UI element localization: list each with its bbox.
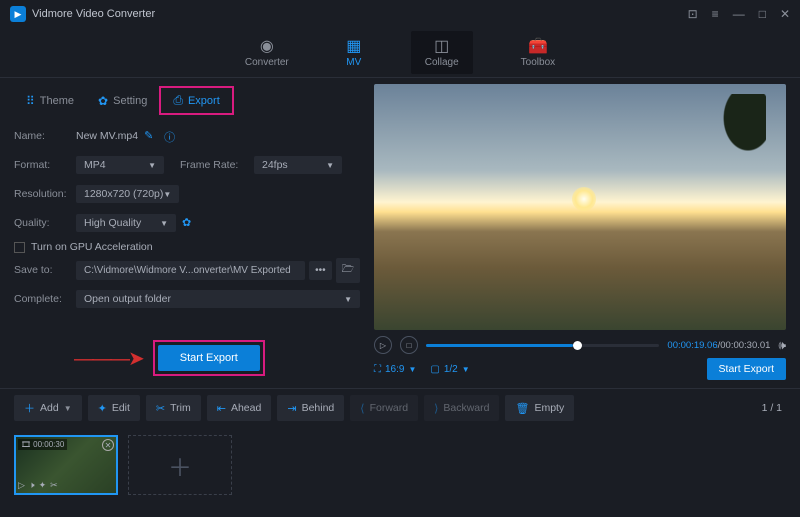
subtab-export[interactable]: ⎙ Export [159,86,233,115]
subtab-setting[interactable]: ✿ Setting [86,86,159,115]
name-value: New MV.mp4 [76,130,138,142]
framerate-select[interactable]: 24fps▼ [254,156,342,174]
setting-icon: ✿ [98,94,108,108]
clip-remove-icon[interactable]: ✕ [102,439,114,451]
stop-button[interactable]: □ [400,336,418,354]
tab-collage[interactable]: ◫ Collage [411,31,473,74]
volume-icon[interactable]: 🕪 [778,338,786,353]
ahead-button[interactable]: ⇤Ahead [207,395,272,421]
zoom-icon: ▢ [430,364,439,375]
behind-icon: ⇥ [287,402,296,415]
tab-toolbox[interactable]: 🧰 Toolbox [513,33,563,72]
theme-icon: ⠿ [26,94,35,108]
saveto-path: C:\Vidmore\Widmore V...onverter\MV Expor… [76,261,305,280]
clip-duration: 00:00:30 [33,440,64,449]
gpu-label: Turn on GPU Acceleration [31,241,153,253]
zoom-select[interactable]: ▢ 1/2 ▼ [430,364,469,375]
empty-button[interactable]: 🗑Empty [505,395,574,421]
tab-converter[interactable]: ◉ Converter [237,33,297,72]
mv-icon: ▦ [345,37,363,55]
tab-mv[interactable]: ▦ MV [337,33,371,72]
menu-icon[interactable]: ≡ [712,7,719,21]
name-label: Name: [14,130,76,142]
quality-label: Quality: [14,217,76,229]
collage-icon: ◫ [433,37,451,55]
app-title: Vidmore Video Converter [32,8,155,20]
quality-select[interactable]: High Quality▼ [76,214,176,232]
gpu-checkbox[interactable] [14,242,25,253]
resolution-label: Resolution: [14,188,76,200]
film-icon: 🎞 [21,440,31,449]
maximize-icon[interactable]: □ [759,7,766,21]
feedback-icon[interactable]: ⊡ [688,7,698,21]
time-total: /00:00:30.01 [718,340,771,351]
scissors-icon: ✂ [156,402,165,415]
backward-icon: ⟩ [434,402,438,415]
complete-select[interactable]: Open output folder▼ [76,290,360,308]
open-folder-icon[interactable]: 🗁 [336,258,360,283]
wand-icon: ✦ [98,402,107,415]
ahead-icon: ⇤ [217,402,226,415]
trash-icon: 🗑 [515,402,529,415]
quality-settings-icon[interactable]: ✿ [182,216,196,230]
browse-button[interactable]: ••• [309,261,332,280]
page-indicator: 1 / 1 [762,402,786,414]
play-button[interactable]: ▷ [374,336,392,354]
resolution-select[interactable]: 1280x720 (720p)▼ [76,185,179,203]
time-current: 00:00:19.06 [667,340,717,351]
aspect-ratio-select[interactable]: ⛶ 16:9 ▼ [374,364,416,375]
minimize-icon[interactable]: — [733,7,745,21]
subtab-theme[interactable]: ⠿ Theme [14,86,86,115]
highlight-annotation: Start Export [153,340,265,376]
close-icon[interactable]: ✕ [780,7,790,21]
export-icon: ⎙ [173,93,183,108]
backward-button[interactable]: ⟩Backward [424,395,499,421]
add-clip-button[interactable]: ＋ [128,435,232,495]
converter-icon: ◉ [258,37,276,55]
framerate-label: Frame Rate: [180,159,248,171]
edit-button[interactable]: ✦Edit [88,395,140,421]
video-preview[interactable] [374,84,786,330]
arrow-annotation: ———➤ [74,346,143,371]
start-export-small-button[interactable]: Start Export [707,358,786,380]
info-icon[interactable]: ⓘ [164,129,178,143]
add-button[interactable]: ＋Add▼ [14,395,82,421]
aspect-icon: ⛶ [374,364,381,375]
start-export-button[interactable]: Start Export [158,345,260,371]
app-logo: ▶ [10,6,26,22]
plus-icon: ＋ [24,400,35,416]
clip-trim-icon[interactable]: ✂ [50,480,58,491]
format-select[interactable]: MP4▼ [76,156,164,174]
behind-button[interactable]: ⇥Behind [277,395,344,421]
edit-name-icon[interactable]: ✎ [144,129,158,143]
complete-label: Complete: [14,293,76,305]
forward-icon: ⟨ [360,402,364,415]
clip-edit-icon[interactable]: ✦ [39,480,47,491]
forward-button[interactable]: ⟨Forward [350,395,418,421]
toolbox-icon: 🧰 [529,37,547,55]
progress-bar[interactable] [426,344,659,347]
clip-mute-icon[interactable]: 🕨 [29,480,35,491]
trim-button[interactable]: ✂Trim [146,395,201,421]
format-label: Format: [14,159,76,171]
clip-play-icon[interactable]: ▷ [18,480,25,491]
timeline-clip[interactable]: 🎞00:00:30 ✕ ▷ 🕨 ✦ ✂ [14,435,118,495]
saveto-label: Save to: [14,264,76,276]
